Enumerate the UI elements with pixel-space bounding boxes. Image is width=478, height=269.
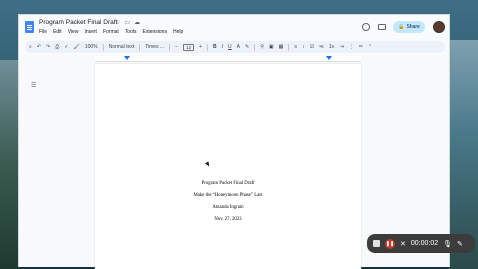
collapse-icon[interactable]: ⌃ <box>368 44 372 50</box>
document-page[interactable]: Program Packet Final Draft Make the “Hon… <box>95 64 361 269</box>
menu-view[interactable]: View <box>68 29 79 35</box>
more-icon[interactable]: ⋮ <box>349 44 354 50</box>
microphone-icon[interactable]: 🎙 <box>443 240 452 248</box>
menu-format[interactable]: Format <box>103 29 119 35</box>
zoom-select[interactable]: 100% <box>85 44 98 50</box>
close-icon[interactable]: ✕ <box>400 240 406 248</box>
menu-insert[interactable]: Insert <box>84 29 97 35</box>
numbered-list-icon[interactable]: 1≡ <box>329 44 335 50</box>
menu-bar: File Edit View Insert Format Tools Exten… <box>39 29 183 35</box>
avatar[interactable] <box>433 21 445 33</box>
title-icons: ☆ ▭ ☁ <box>115 19 140 26</box>
pen-icon[interactable]: ✎ <box>457 240 463 248</box>
divider <box>139 43 141 51</box>
history-icon[interactable] <box>362 23 370 31</box>
text-color-icon[interactable]: A <box>237 44 240 50</box>
menu-help[interactable]: Help <box>173 29 183 35</box>
ruler[interactable] <box>95 56 361 62</box>
image-icon[interactable]: ▦ <box>279 44 284 50</box>
document-title[interactable]: Program Packet Final Draft <box>39 19 117 26</box>
lock-icon: 🔒 <box>398 24 405 30</box>
comment-icon[interactable] <box>378 24 386 30</box>
menu-extensions[interactable]: Extensions <box>142 29 166 35</box>
spellcheck-icon[interactable]: ✓ <box>64 44 68 50</box>
doc-title-line: Program Packet Final Draft <box>201 181 255 186</box>
menu-tools[interactable]: Tools <box>125 29 137 35</box>
divider <box>207 43 208 51</box>
paint-format-icon[interactable]: 🖌 <box>73 44 79 50</box>
divider <box>254 43 256 51</box>
outline-icon[interactable]: ☰ <box>31 82 36 89</box>
undo-icon[interactable]: ↶ <box>37 44 41 50</box>
print-icon[interactable]: ⎙ <box>55 44 59 50</box>
docs-logo-icon[interactable] <box>25 21 34 33</box>
indent-icon[interactable]: ⇥ <box>340 44 344 50</box>
font-select[interactable]: Times ... <box>145 44 164 50</box>
doc-subtitle-line: Make the “Honeymoon Phase” Last <box>193 193 263 198</box>
format-toolbar: ⌕ ↶ ↷ ⎙ ✓ 🖌 100% Normal text Times ... −… <box>25 41 445 53</box>
underline-button[interactable]: U <box>228 44 232 50</box>
star-icon[interactable]: ☆ <box>115 19 120 26</box>
highlight-icon[interactable]: ✎ <box>245 44 249 50</box>
document-body: Program Packet Final Draft Make the “Hon… <box>95 178 361 226</box>
browser-window: Program Packet Final Draft ☆ ▭ ☁ File Ed… <box>18 14 450 269</box>
editing-mode-icon[interactable]: ✏ <box>359 44 363 50</box>
style-select[interactable]: Normal text <box>109 44 135 50</box>
menu-file[interactable]: File <box>39 29 47 35</box>
desktop-mountain-left <box>0 60 20 269</box>
add-comment-icon[interactable]: ▣ <box>269 44 274 50</box>
redo-icon[interactable]: ↷ <box>46 44 50 50</box>
stop-icon[interactable] <box>373 240 380 247</box>
divider <box>288 43 290 51</box>
bullet-list-icon[interactable]: •≡ <box>319 44 324 50</box>
recording-time: 00:00:02 <box>410 240 439 247</box>
share-button[interactable]: 🔒 Share <box>393 21 425 33</box>
doc-header: Program Packet Final Draft ☆ ▭ ☁ File Ed… <box>19 15 449 39</box>
pause-button[interactable]: ❚❚ <box>385 238 395 249</box>
font-size-input[interactable]: 12 <box>183 43 195 51</box>
left-indent-marker[interactable] <box>124 56 130 60</box>
share-label: Share <box>406 24 420 30</box>
bold-button[interactable]: B <box>213 44 217 50</box>
doc-date-line: Nov. 27, 2023 <box>214 217 242 222</box>
checklist-icon[interactable]: ☑ <box>310 44 314 50</box>
align-icon[interactable]: ≡ <box>294 44 297 50</box>
divider <box>169 43 171 51</box>
folder-icon[interactable]: ▭ <box>124 19 130 26</box>
link-icon[interactable]: ⚲ <box>260 44 264 50</box>
menu-edit[interactable]: Edit <box>53 29 62 35</box>
line-spacing-icon[interactable]: ↕ <box>302 44 305 50</box>
font-size-increase-icon[interactable]: + <box>199 44 202 50</box>
cloud-icon[interactable]: ☁ <box>134 19 140 26</box>
right-indent-marker[interactable] <box>326 56 332 60</box>
font-size-decrease-icon[interactable]: − <box>175 44 178 50</box>
italic-button[interactable]: I <box>222 44 223 50</box>
divider <box>102 43 104 51</box>
search-icon[interactable]: ⌕ <box>29 44 32 50</box>
doc-author-line: Amanda Ingram <box>212 205 244 210</box>
screen-recorder-bar: ❚❚ ✕ 00:00:02 🎙 ✎ <box>367 234 475 253</box>
